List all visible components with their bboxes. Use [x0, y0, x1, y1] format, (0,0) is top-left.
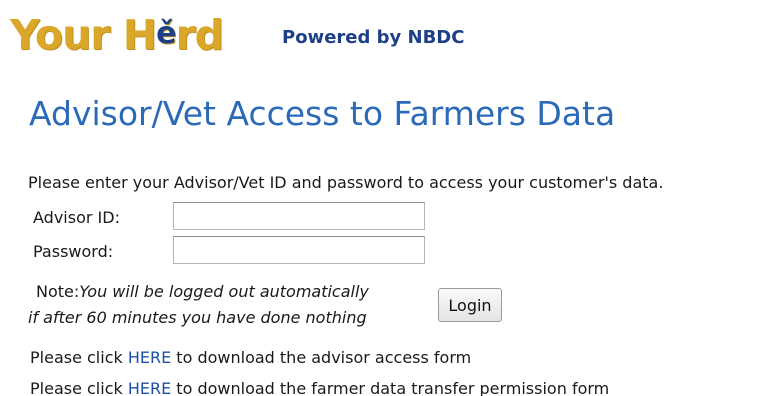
password-input[interactable] — [173, 236, 425, 264]
logo-cow-e-mark: ě — [156, 16, 176, 51]
note-line-1: Note:You will be logged out automaticall… — [28, 279, 369, 305]
advisor-id-input[interactable] — [173, 202, 425, 230]
page: Your Hěrd Powered by NBDC Advisor/Vet Ac… — [0, 0, 782, 396]
permission-form-download-line: Please click HERE to download the farmer… — [30, 379, 609, 396]
logo-text-start: Your H — [10, 11, 157, 59]
logo-text-end: rd — [175, 11, 224, 59]
note-label: Note: — [36, 282, 80, 301]
advisor-access-form-link[interactable]: HERE — [128, 348, 171, 367]
advisor-form-download-line: Please click HERE to download the adviso… — [30, 348, 471, 367]
intro-text: Please enter your Advisor/Vet ID and pas… — [28, 173, 664, 192]
permission-form-link[interactable]: HERE — [128, 379, 171, 396]
note-line-2: if after 60 minutes you have done nothin… — [28, 305, 369, 331]
link-prefix: Please click — [30, 348, 128, 367]
note-text-2: if after 60 minutes you have done nothin… — [28, 308, 367, 327]
advisor-id-label: Advisor ID: — [33, 208, 120, 227]
password-label: Password: — [33, 242, 114, 261]
powered-by-text: Powered by NBDC — [282, 27, 465, 48]
login-button[interactable]: Login — [438, 288, 502, 322]
link-suffix: to download the advisor access form — [171, 348, 472, 367]
logout-note: Note:You will be logged out automaticall… — [28, 279, 369, 331]
page-title: Advisor/Vet Access to Farmers Data — [29, 94, 616, 133]
link-prefix: Please click — [30, 379, 128, 396]
note-text-1: You will be logged out automatically — [79, 282, 369, 301]
your-herd-logo: Your Hěrd — [10, 6, 224, 63]
link-suffix: to download the farmer data transfer per… — [171, 379, 610, 396]
